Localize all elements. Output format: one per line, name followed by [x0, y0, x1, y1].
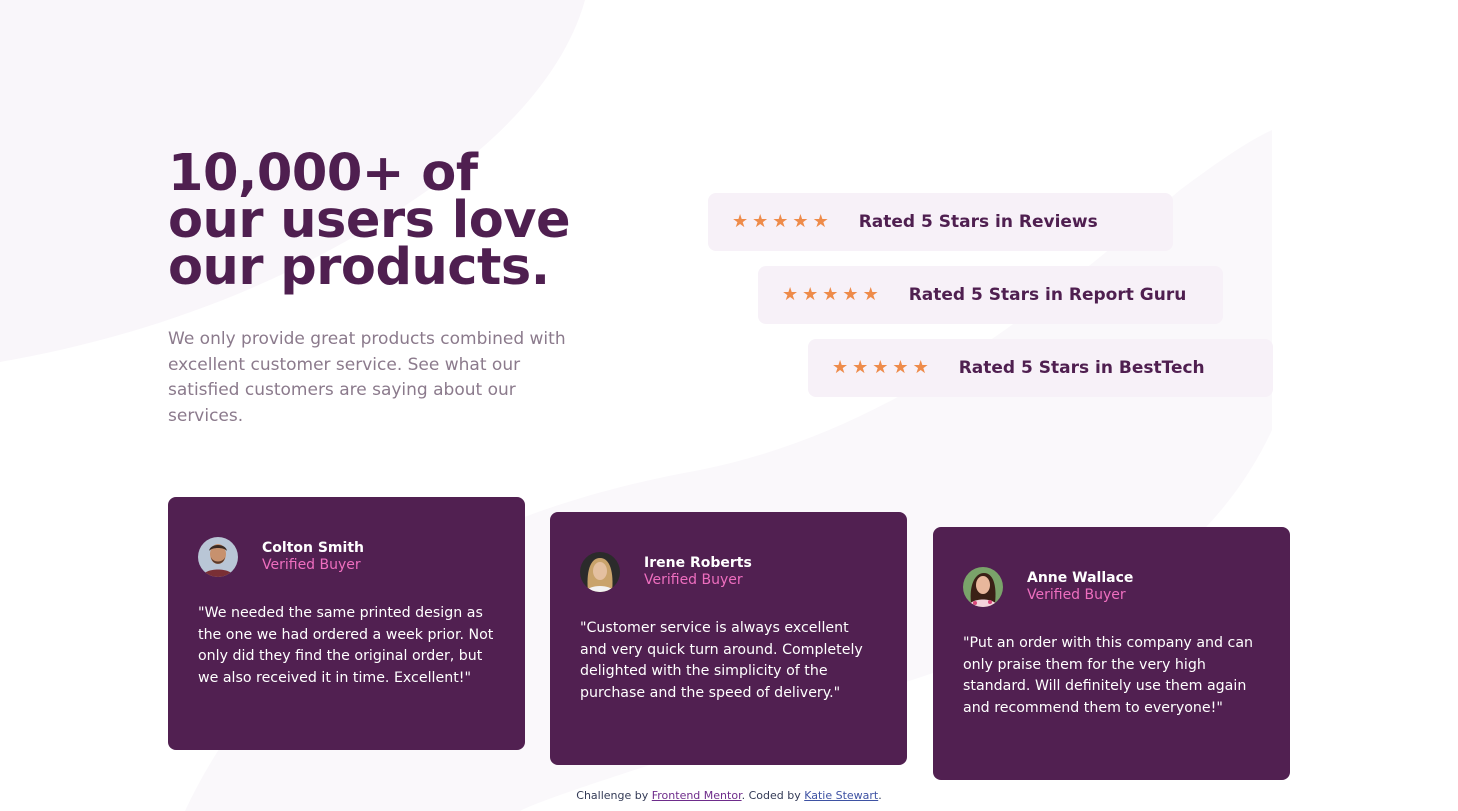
star-icon: ★ — [802, 284, 819, 305]
star-icon: ★ — [912, 357, 929, 378]
author-link[interactable]: Katie Stewart — [804, 789, 878, 802]
star-icon: ★ — [872, 357, 889, 378]
star-icon: ★ — [852, 357, 869, 378]
attribution-suffix: . — [878, 789, 882, 802]
frontend-mentor-link[interactable]: Frontend Mentor — [652, 789, 742, 802]
intro-description: We only provide great products combined … — [168, 329, 566, 426]
intro-section: 10,000+ of our users love our products. … — [168, 144, 588, 429]
star-icon: ★ — [862, 284, 879, 305]
star-icon: ★ — [752, 211, 769, 232]
star-rating: ★ ★ ★ ★ ★ — [782, 286, 879, 304]
rating-label: Rated 5 Stars in Reviews — [858, 212, 1098, 232]
rating-reviews: ★ ★ ★ ★ ★ Rated 5 Stars in Reviews — [708, 193, 1173, 251]
attribution: Challenge by Frontend Mentor. Coded by K… — [0, 789, 1458, 802]
rating-label: Rated 5 Stars in BestTech — [958, 358, 1205, 378]
testimonial-quote: "Customer service is always excellent an… — [580, 620, 863, 701]
testimonial-quote: "Put an order with this company and can … — [963, 635, 1254, 716]
star-icon: ★ — [732, 211, 749, 232]
attribution-prefix: Challenge by — [576, 789, 652, 802]
star-icon: ★ — [792, 211, 809, 232]
avatar — [198, 537, 238, 577]
star-icon: ★ — [772, 211, 789, 232]
attribution-middle: . Coded by — [741, 789, 805, 802]
rating-besttech: ★ ★ ★ ★ ★ Rated 5 Stars in BestTech — [808, 339, 1273, 397]
reviewer-name: Colton Smith — [262, 540, 364, 556]
avatar — [580, 552, 620, 592]
testimonial-header: Colton Smith Verified Buyer — [198, 537, 495, 577]
reviewer-info: Anne Wallace Verified Buyer — [1027, 570, 1133, 604]
testimonial-card: Anne Wallace Verified Buyer "Put an orde… — [933, 527, 1290, 780]
star-icon: ★ — [822, 284, 839, 305]
testimonial-card: Colton Smith Verified Buyer "We needed t… — [168, 497, 525, 750]
star-icon: ★ — [832, 357, 849, 378]
reviewer-role: Verified Buyer — [1027, 587, 1126, 603]
star-rating: ★ ★ ★ ★ ★ — [832, 359, 929, 377]
rating-label: Rated 5 Stars in Report Guru — [908, 285, 1187, 305]
avatar — [963, 567, 1003, 607]
star-icon: ★ — [782, 284, 799, 305]
reviewer-info: Colton Smith Verified Buyer — [262, 540, 364, 574]
reviewer-role: Verified Buyer — [262, 557, 361, 573]
testimonial-header: Irene Roberts Verified Buyer — [580, 552, 877, 592]
star-icon: ★ — [892, 357, 909, 378]
reviewer-info: Irene Roberts Verified Buyer — [644, 555, 752, 589]
testimonial-card: Irene Roberts Verified Buyer "Customer s… — [550, 512, 907, 765]
reviewer-role: Verified Buyer — [644, 572, 743, 588]
page: 10,000+ of our users love our products. … — [0, 0, 1458, 811]
page-title: 10,000+ of our users love our products. — [168, 144, 571, 297]
star-icon: ★ — [812, 211, 829, 232]
testimonial-header: Anne Wallace Verified Buyer — [963, 567, 1260, 607]
star-rating: ★ ★ ★ ★ ★ — [732, 213, 829, 231]
star-icon: ★ — [842, 284, 859, 305]
rating-report-guru: ★ ★ ★ ★ ★ Rated 5 Stars in Report Guru — [758, 266, 1223, 324]
reviewer-name: Anne Wallace — [1027, 570, 1134, 586]
testimonial-quote: "We needed the same printed design as th… — [198, 605, 494, 686]
reviewer-name: Irene Roberts — [644, 555, 752, 571]
